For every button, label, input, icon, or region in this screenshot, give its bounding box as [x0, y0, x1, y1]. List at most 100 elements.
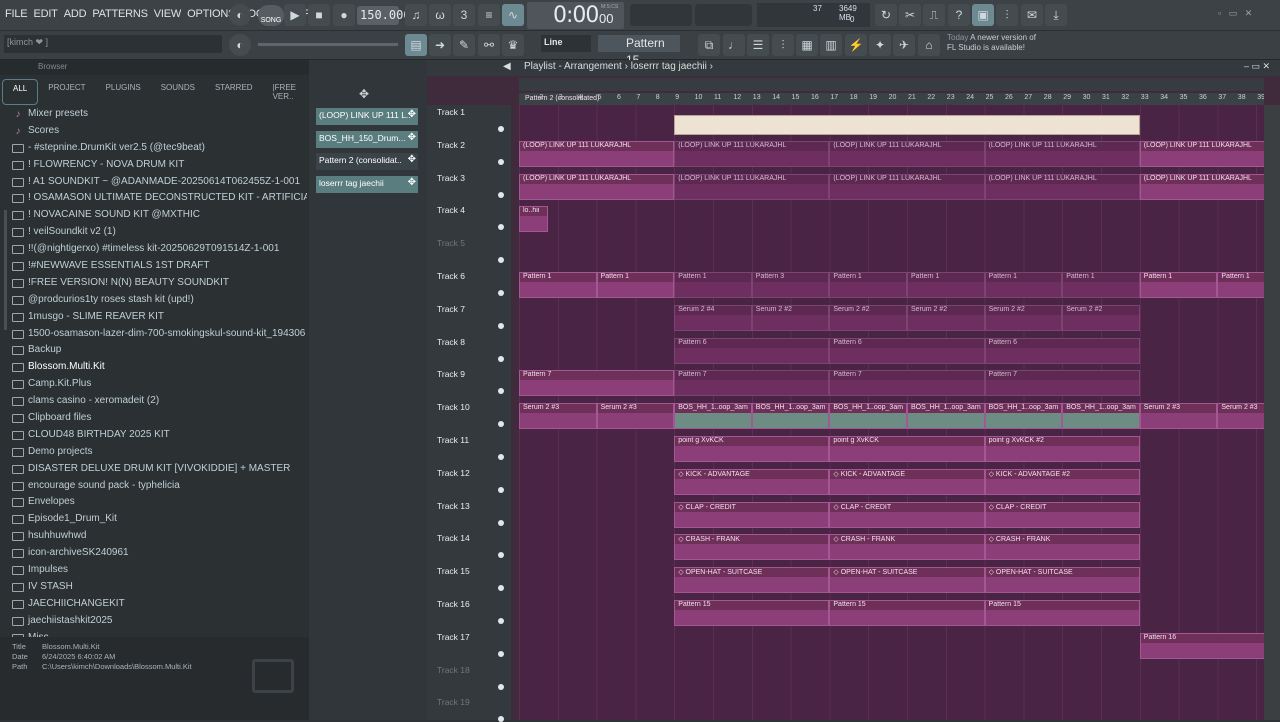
- pattern-selector[interactable]: Pattern 15: [598, 35, 680, 67]
- track-mute-button[interactable]: [498, 486, 504, 493]
- playlist-clip[interactable]: Serum 2 #2: [907, 304, 985, 331]
- browser-item[interactable]: @prodcurios1ty roses stash kit (upd!): [12, 292, 307, 309]
- playlist-clip[interactable]: ◇ CRASH - FRANK: [674, 534, 830, 561]
- track-mute-button[interactable]: [498, 158, 504, 165]
- playlist-grid[interactable]: Pattern 2 (consolidated) (LOOP) LINK UP 1…: [519, 95, 1276, 720]
- play-button[interactable]: ▶: [284, 4, 306, 26]
- playlist-clip[interactable]: Pattern 6: [984, 337, 1140, 364]
- playlist-clip[interactable]: ◇ OPEN-HAT - SUITCASE: [674, 567, 830, 594]
- countdown-icon[interactable]: 3: [453, 4, 475, 26]
- cut-icon[interactable]: ✂: [899, 4, 921, 26]
- playlist-clip[interactable]: Pattern 7: [829, 370, 985, 397]
- bird-icon[interactable]: ✈: [893, 34, 915, 56]
- playlist-clip[interactable]: BOS_HH_1..oop_3am: [674, 403, 752, 430]
- track-mute-button[interactable]: [498, 257, 504, 264]
- time-display[interactable]: 0:00 M:S:CS 00: [527, 2, 624, 29]
- hint-knob-icon[interactable]: ◐: [229, 4, 251, 26]
- tempo-display[interactable]: 150.000: [357, 6, 411, 25]
- track-mute-button[interactable]: [498, 355, 504, 362]
- playlist-clip[interactable]: Pattern 16: [1139, 632, 1276, 659]
- track-mute-button[interactable]: [498, 126, 504, 132]
- channel-row[interactable]: loserrr tag jaechii ✥: [316, 175, 418, 193]
- playlist-clip[interactable]: Pattern 1: [984, 272, 1063, 298]
- playlist-clip[interactable]: (LOOP) LINK UP 111 LUKARAJHL: [519, 173, 675, 200]
- browser-item[interactable]: Clipboard files: [12, 410, 307, 427]
- track-name[interactable]: Track 14: [437, 533, 470, 543]
- playlist-clip[interactable]: Pattern 15: [984, 600, 1140, 626]
- playlist-clip[interactable]: Serum 2 #2: [751, 304, 830, 331]
- playlist-clip[interactable]: lo..hii: [519, 206, 549, 233]
- playlist-clip[interactable]: ◇ CRASH - FRANK: [829, 534, 985, 561]
- refresh-icon[interactable]: ↻: [875, 4, 897, 26]
- track-name[interactable]: Track 6: [437, 271, 465, 281]
- browser-item[interactable]: clams casino - xeromadeit (2): [12, 393, 307, 410]
- browser-item[interactable]: ! NOVACAINE SOUND KIT @MXTHIC: [12, 207, 307, 224]
- playlist-clip[interactable]: Pattern 1: [829, 272, 907, 298]
- track-mute-button[interactable]: [498, 585, 504, 592]
- playlist-clip[interactable]: ◇ CLAP - CREDIT: [984, 501, 1140, 528]
- track-name[interactable]: Track 10: [437, 402, 470, 412]
- track-mute-button[interactable]: [498, 683, 504, 690]
- playlist-clip[interactable]: (LOOP) LINK UP 111 LUKARAJHL: [674, 173, 830, 200]
- playlist-clip[interactable]: (LOOP) LINK UP 111 LUKARAJHL: [1139, 140, 1276, 167]
- playlist-clip[interactable]: (LOOP) LINK UP 111 LUKARAJHL: [984, 140, 1140, 167]
- menu-item-edit[interactable]: EDIT: [30, 8, 60, 20]
- track-name[interactable]: Track 9: [437, 369, 465, 379]
- channel-row[interactable]: BOS_HH_150_Drum... ✥: [316, 130, 418, 148]
- menu-item-patterns[interactable]: PATTERNS: [89, 8, 150, 20]
- browser-item[interactable]: DISASTER DELUXE DRUM KIT [VIVOKIDDIE] + …: [12, 461, 307, 478]
- playlist-clip[interactable]: ◇ KICK - ADVANTAGE: [674, 468, 830, 495]
- playlist-clip[interactable]: (LOOP) LINK UP 111 LUKARAJHL: [674, 140, 830, 167]
- menu-item-view[interactable]: VIEW: [151, 8, 184, 20]
- browser-item[interactable]: !FREE VERSION! N(N) BEAUTY SOUNDKIT: [12, 275, 307, 292]
- playlist-clip[interactable]: ◇ CLAP - CREDIT: [674, 501, 830, 528]
- plugin-icon[interactable]: ⚡: [845, 34, 867, 56]
- playlist-clip[interactable]: ◇ OPEN-HAT - SUITCASE: [829, 567, 985, 594]
- playlist-clip[interactable]: point g XvKCK #2: [984, 436, 1140, 462]
- step-edit-icon[interactable]: ≡: [478, 4, 500, 26]
- browser-item[interactable]: - #stepnine.DrumKit ver2.5 (@tec9beat): [12, 140, 307, 157]
- browser-item[interactable]: Impulses: [12, 562, 307, 579]
- track-mute-button[interactable]: [498, 224, 504, 231]
- playlist-clip[interactable]: Pattern 7: [519, 370, 675, 397]
- track-name[interactable]: Track 11: [437, 435, 469, 445]
- playlist-clip[interactable]: Pattern 15: [829, 600, 985, 626]
- browser-item[interactable]: Envelopes: [12, 494, 307, 511]
- track-name[interactable]: Track 8: [437, 337, 465, 347]
- playlist-clip[interactable]: Serum 2 #2: [829, 304, 907, 331]
- track-name[interactable]: Track 17: [437, 632, 470, 642]
- playlist-clip[interactable]: Serum 2 #3: [519, 403, 597, 430]
- channel-add-icon[interactable]: ✥: [408, 109, 416, 120]
- stop-button[interactable]: ■: [308, 4, 330, 26]
- playlist-clip[interactable]: [674, 115, 1140, 135]
- playlist-clip[interactable]: ◇ OPEN-HAT - SUITCASE: [984, 567, 1140, 594]
- browser-item[interactable]: ♪ Mixer presets: [12, 106, 307, 123]
- track-mute-button[interactable]: [498, 552, 504, 559]
- playlist-clip[interactable]: ◇ CLAP - CREDIT: [829, 501, 985, 528]
- channel-add-icon[interactable]: ✥: [408, 132, 416, 143]
- mixer-icon[interactable]: ⫶: [996, 4, 1018, 26]
- tools-icon[interactable]: ✦: [869, 34, 891, 56]
- browser-item[interactable]: jaechiistashkit2025: [12, 613, 307, 630]
- playlist-clip[interactable]: Pattern 1: [1139, 272, 1218, 298]
- link-tool-icon[interactable]: ⚯: [478, 34, 500, 56]
- stamp-tool-icon[interactable]: ♛: [502, 34, 524, 56]
- browser-item[interactable]: ! FLOWRENCY - NOVA DRUM KIT: [12, 157, 307, 174]
- browser-item[interactable]: !#NEWWAVE ESSENTIALS 1ST DRAFT: [12, 258, 307, 275]
- playlist-clip[interactable]: BOS_HH_1..oop_3am: [984, 403, 1063, 430]
- picker-arrows-icon[interactable]: ✥: [359, 87, 369, 101]
- playlist-clip[interactable]: Pattern 1: [596, 272, 675, 298]
- overview-bar[interactable]: [519, 78, 1264, 91]
- browser-tab[interactable]: PLUGINS: [96, 79, 151, 105]
- track-name[interactable]: Track 3: [437, 173, 465, 183]
- track-mute-button[interactable]: [498, 454, 504, 460]
- track-name[interactable]: Track 1: [437, 107, 465, 117]
- playlist-clip[interactable]: Pattern 7: [674, 370, 830, 397]
- wait-input-icon[interactable]: ω: [429, 4, 451, 26]
- browser-item[interactable]: Camp.Kit.Plus: [12, 376, 307, 393]
- channel-add-icon[interactable]: ✥: [408, 177, 416, 188]
- track-name[interactable]: Track 19: [437, 697, 470, 707]
- window-controls[interactable]: ▫ ▭ ✕: [1218, 8, 1252, 19]
- tempo-knob-icon[interactable]: ◐: [229, 34, 251, 56]
- track-name[interactable]: Track 12: [437, 468, 470, 478]
